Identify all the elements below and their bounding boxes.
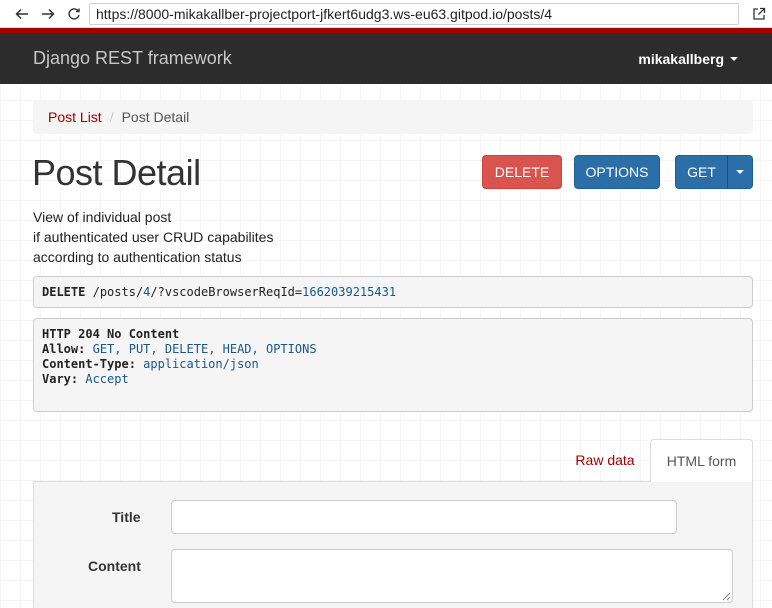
arrow-left-icon — [15, 8, 28, 20]
request-query-value: 1662039215431 — [302, 285, 397, 299]
response-info: HTTP 204 No Content Allow: GET, PUT, DEL… — [33, 318, 753, 412]
reload-button[interactable] — [64, 4, 84, 24]
reload-icon — [68, 8, 80, 20]
header-value-content-type: application/json — [143, 357, 259, 371]
username: mikakallberg — [638, 51, 724, 67]
breadcrumb: Post List / Post Detail — [33, 100, 753, 134]
request-path-prefix: /posts/ — [92, 285, 144, 299]
resize-grip-icon[interactable] — [719, 589, 731, 601]
request-info: DELETE /posts/4/?vscodeBrowserReqId=1662… — [33, 276, 753, 308]
open-external-button[interactable] — [750, 5, 768, 23]
arrow-right-icon — [42, 8, 55, 20]
header-key-allow: Allow: — [42, 342, 86, 356]
header-key-content-type: Content-Type: — [42, 357, 136, 371]
request-path-query: /?vscodeBrowserReqId= — [150, 285, 303, 299]
breadcrumb-item-post-detail: Post Detail — [121, 109, 190, 125]
page-title: Post Detail — [32, 152, 201, 193]
breadcrumb-item-post-list[interactable]: Post List — [48, 109, 102, 125]
options-button[interactable]: OPTIONS — [574, 155, 660, 189]
forward-button[interactable] — [38, 4, 58, 24]
content-label: Content — [88, 558, 141, 574]
header-value-vary: Accept — [85, 372, 129, 386]
browser-toolbar: https://8000-mikakallber-projectport-jfk… — [0, 0, 772, 28]
description-line: View of individual post — [33, 209, 172, 225]
title-label: Title — [112, 509, 141, 525]
title-input[interactable] — [171, 500, 677, 534]
back-button[interactable] — [12, 4, 32, 24]
tab-raw-data[interactable]: Raw data — [566, 440, 644, 480]
header-value-allow: GET, PUT, DELETE, HEAD, OPTIONS — [92, 342, 317, 356]
response-status: HTTP 204 No Content — [42, 327, 180, 341]
top-navbar: Django REST framework mikakallberg — [0, 28, 772, 84]
request-method: DELETE — [42, 285, 86, 299]
get-format-dropdown[interactable] — [727, 155, 753, 189]
brand-link[interactable]: Django REST framework — [33, 48, 232, 69]
chevron-down-icon — [736, 170, 744, 174]
chevron-down-icon — [730, 57, 738, 61]
open-external-icon — [753, 7, 766, 20]
view-description: View of individual post if authenticated… — [33, 207, 433, 267]
user-menu[interactable]: mikakallberg — [638, 51, 738, 67]
breadcrumb-separator: / — [109, 109, 114, 125]
tab-html-form[interactable]: HTML form — [650, 439, 753, 482]
get-button[interactable]: GET — [675, 155, 728, 189]
address-bar[interactable]: https://8000-mikakallber-projectport-jfk… — [89, 3, 739, 25]
description-line: according to authentication status — [33, 249, 242, 265]
description-line: if authenticated user CRUD capabilites — [33, 229, 274, 245]
content-textarea[interactable] — [171, 549, 733, 603]
delete-button[interactable]: DELETE — [482, 155, 562, 189]
header-key-vary: Vary: — [42, 372, 79, 386]
